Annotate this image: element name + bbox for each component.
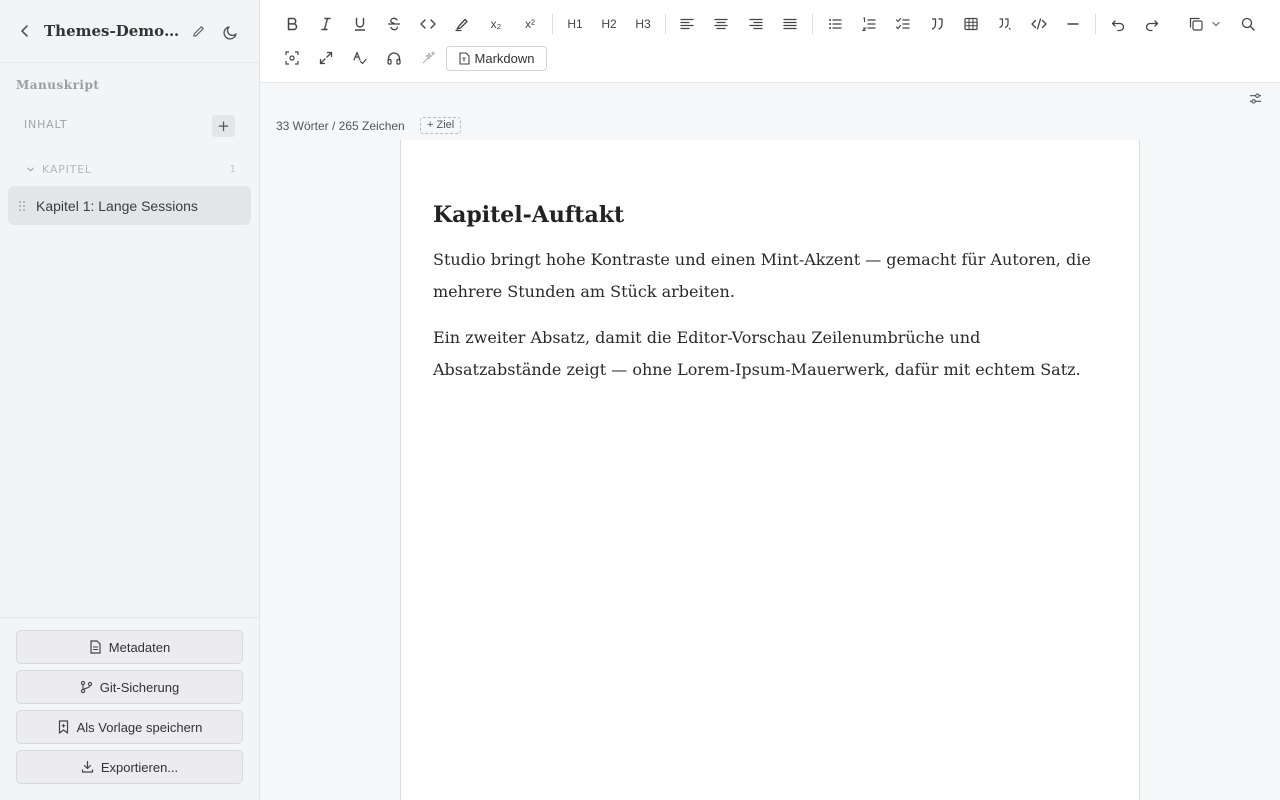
italic-icon[interactable] [313, 11, 339, 37]
markdown-file-icon [458, 52, 470, 65]
ai-sparkle-icon[interactable] [415, 45, 441, 71]
subscript-icon[interactable]: x₂ [483, 11, 509, 37]
paragraph[interactable]: Studio bringt hohe Kontraste und einen M… [433, 244, 1113, 308]
editor-toolbar: x₂ x² H1 H2 H3 Markdown [260, 0, 1280, 83]
highlighter-icon[interactable] [449, 11, 475, 37]
superscript-icon[interactable]: x² [517, 11, 543, 37]
sidebar-footer-divider [0, 617, 259, 618]
git-branch-icon [80, 680, 92, 694]
pencil-icon[interactable] [188, 21, 208, 41]
focus-mode-icon[interactable] [279, 45, 305, 71]
chapter-count: 1 [229, 163, 236, 175]
underline-icon[interactable] [347, 11, 373, 37]
section-heading: Manuskript [16, 78, 100, 92]
sidebar-header-divider [0, 62, 259, 63]
undo-icon[interactable] [1105, 11, 1131, 37]
task-list-icon[interactable] [890, 11, 916, 37]
document-icon [90, 640, 101, 654]
align-left-icon[interactable] [674, 11, 700, 37]
horizontal-rule-icon[interactable] [1060, 11, 1086, 37]
content-label: INHALT [24, 118, 68, 131]
copy-dropdown-chevron-icon[interactable] [1208, 11, 1224, 37]
markdown-mode-button[interactable]: Markdown [446, 46, 547, 71]
git-backup-button-label: Git-Sicherung [99, 679, 180, 695]
save-template-button[interactable]: Als Vorlage speichern [16, 710, 243, 744]
toolbar-separator [665, 14, 666, 34]
word-count: 33 Wörter / 265 Zeichen [276, 119, 405, 133]
status-bar: 33 Wörter / 265 Zeichen + Ziel [260, 112, 1280, 140]
export-button[interactable]: Exportieren... [16, 750, 243, 784]
paragraph[interactable]: Ein zweiter Absatz, damit die Editor-Vor… [433, 322, 1113, 386]
sliders-icon[interactable] [1244, 87, 1266, 109]
inline-code-icon[interactable] [415, 11, 441, 37]
add-content-button[interactable]: + [212, 115, 235, 137]
markdown-mode-label: Markdown [474, 51, 535, 66]
code-block-icon[interactable] [1026, 11, 1052, 37]
save-template-button-label: Als Vorlage speichern [76, 719, 203, 735]
metadata-button-label: Metadaten [108, 639, 171, 655]
chapter-group-label: KAPITEL [42, 162, 92, 176]
toolbar-separator [812, 14, 813, 34]
heading-3-button[interactable]: H3 [630, 11, 656, 37]
drag-handle-icon[interactable] [8, 186, 36, 225]
bold-icon[interactable] [279, 11, 305, 37]
editor-page[interactable]: Kapitel-Auftakt Studio bringt hohe Kontr… [400, 140, 1140, 800]
sidebar: Themes-Demo: Sessions Manuskript INHALT … [0, 0, 260, 800]
toolbar-separator [1095, 14, 1096, 34]
spellcheck-icon[interactable] [347, 45, 373, 71]
redo-icon[interactable] [1139, 11, 1165, 37]
copy-icon[interactable] [1183, 11, 1209, 37]
export-button-label: Exportieren... [100, 759, 179, 775]
add-goal-button[interactable]: + Ziel [420, 117, 462, 134]
numbered-list-icon[interactable] [856, 11, 882, 37]
footnote-icon[interactable] [992, 11, 1018, 37]
toolbar-separator [552, 14, 553, 34]
align-center-icon[interactable] [708, 11, 734, 37]
blockquote-icon[interactable] [924, 11, 950, 37]
bullet-list-icon[interactable] [822, 11, 848, 37]
view-options-bar [260, 84, 1280, 112]
table-icon[interactable] [958, 11, 984, 37]
heading-2-button[interactable]: H2 [596, 11, 622, 37]
project-title: Themes-Demo: Sessions [44, 22, 182, 40]
sidebar-item-label: Kapitel 1: Lange Sessions [36, 197, 198, 214]
heading-1-button[interactable]: H1 [562, 11, 588, 37]
download-icon [81, 760, 93, 773]
moon-icon[interactable] [220, 21, 242, 43]
search-icon[interactable] [1235, 11, 1261, 37]
fullscreen-icon[interactable] [313, 45, 339, 71]
strikethrough-icon[interactable] [381, 11, 407, 37]
align-right-icon[interactable] [743, 11, 769, 37]
document-heading[interactable]: Kapitel-Auftakt [433, 202, 624, 228]
git-backup-button[interactable]: Git-Sicherung [16, 670, 243, 704]
chapter-group-header[interactable]: KAPITEL 1 [24, 160, 238, 178]
back-chevron-icon[interactable] [14, 20, 36, 42]
headphones-icon[interactable] [381, 45, 407, 71]
bookmark-plus-icon [58, 720, 68, 734]
chevron-down-icon [24, 163, 36, 175]
sidebar-item-chapter-1[interactable]: Kapitel 1: Lange Sessions [8, 186, 251, 225]
align-justify-icon[interactable] [777, 11, 803, 37]
metadata-button[interactable]: Metadaten [16, 630, 243, 664]
